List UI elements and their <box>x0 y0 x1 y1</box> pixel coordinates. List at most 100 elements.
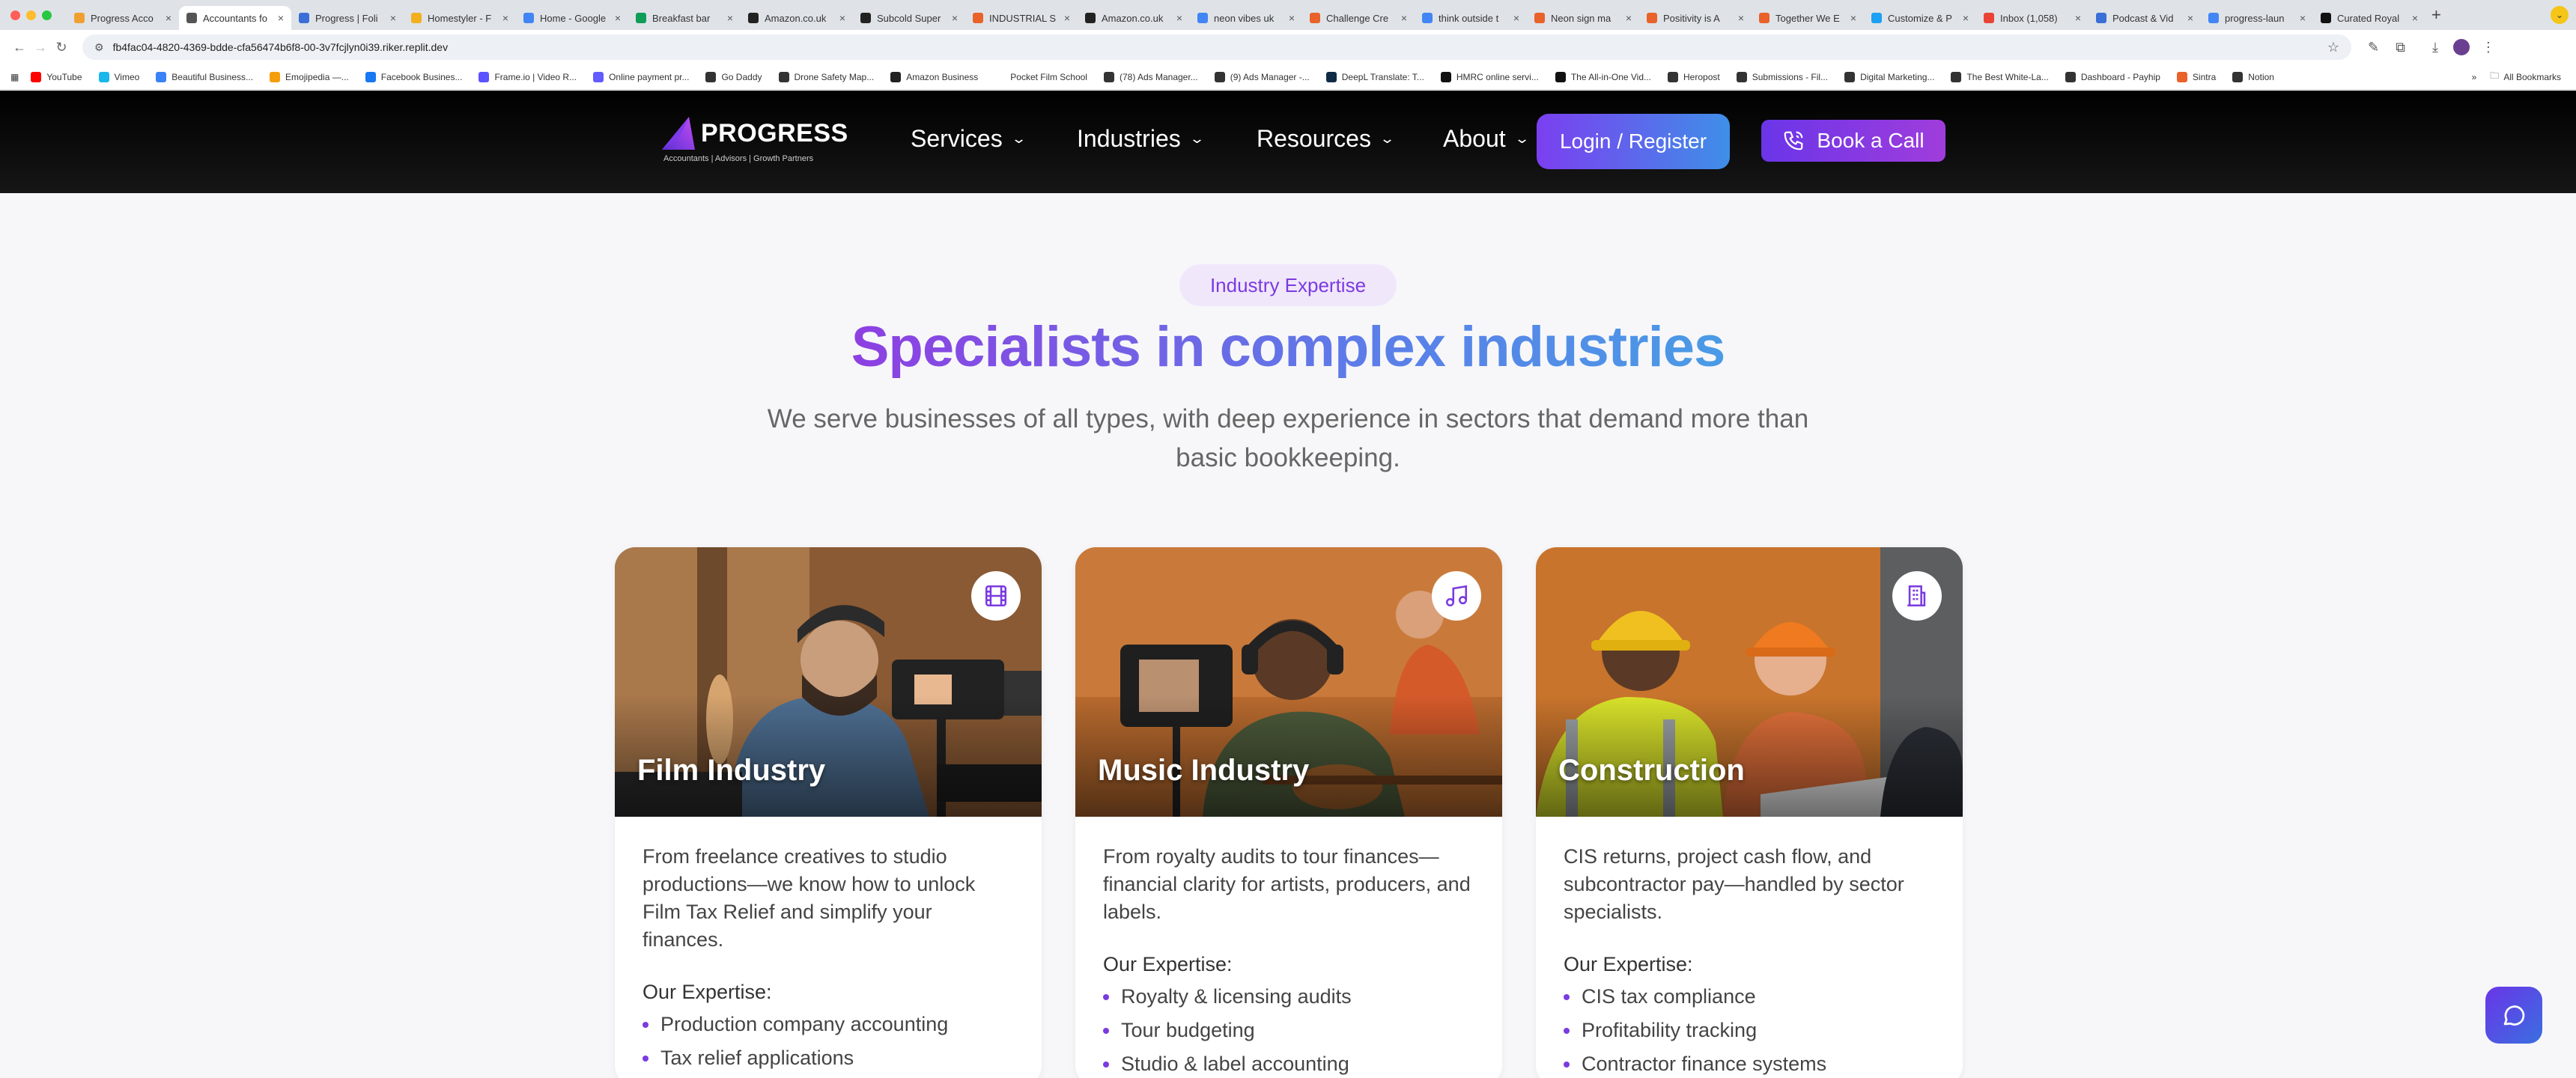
close-tab-icon[interactable]: × <box>1626 12 1632 24</box>
bookmark-item[interactable]: Pocket Film School <box>994 71 1087 82</box>
close-tab-icon[interactable]: × <box>390 12 396 24</box>
bookmark-item[interactable]: Heropost <box>1668 71 1720 82</box>
close-tab-icon[interactable]: × <box>615 12 621 24</box>
browser-tab[interactable]: progress-laun × <box>2201 6 2313 30</box>
close-tab-icon[interactable]: × <box>1850 12 1856 24</box>
close-tab-icon[interactable]: × <box>2187 12 2193 24</box>
bookmark-star-icon[interactable]: ☆ <box>2327 40 2339 55</box>
close-tab-icon[interactable]: × <box>2412 12 2418 24</box>
browser-tab[interactable]: Challenge Cre × <box>1302 6 1415 30</box>
industry-card-construction[interactable]: Construction CIS returns, project cash f… <box>1536 547 1963 1078</box>
bookmark-item[interactable]: Notion <box>2232 71 2274 82</box>
browser-tab[interactable]: Customize & P × <box>1864 6 1976 30</box>
download-icon[interactable]: ⤓ <box>2432 40 2438 55</box>
nav-about-label: About <box>1443 125 1506 152</box>
close-tab-icon[interactable]: × <box>1401 12 1407 24</box>
window-zoom-button[interactable] <box>42 10 52 20</box>
window-minimize-button[interactable] <box>26 10 36 20</box>
industry-card-music[interactable]: Music Industry From royalty audits to to… <box>1075 547 1502 1078</box>
browser-tab[interactable]: Neon sign ma × <box>1527 6 1639 30</box>
tab-search-icon[interactable]: ⌄ <box>2551 6 2569 24</box>
login-register-button[interactable]: Login / Register <box>1537 114 1730 169</box>
close-tab-icon[interactable]: × <box>1963 12 1969 24</box>
more-bookmarks-icon[interactable]: » <box>2472 72 2477 82</box>
all-bookmarks-button[interactable]: 🗀 All Bookmarks <box>2490 69 2561 85</box>
chat-button[interactable] <box>2485 987 2542 1044</box>
site-info-icon[interactable]: ⚙ <box>94 41 104 54</box>
favicon-icon <box>1085 13 1096 23</box>
bookmark-item[interactable]: HMRC online servi... <box>1440 71 1539 82</box>
browser-tab[interactable]: think outside t × <box>1415 6 1527 30</box>
bookmark-item[interactable]: Dashboard - Payhip <box>2065 71 2160 82</box>
browser-tab[interactable]: Accountants fo × <box>179 6 291 30</box>
bookmark-item[interactable]: Submissions - Fil... <box>1736 71 1828 82</box>
bookmark-label: The Best White-La... <box>1966 71 2049 82</box>
kebab-menu-icon[interactable]: ⋮ <box>2482 40 2495 55</box>
reload-button[interactable]: ↻ <box>51 40 72 55</box>
bookmark-item[interactable]: Amazon Business <box>890 71 978 82</box>
close-tab-icon[interactable]: × <box>502 12 508 24</box>
browser-tab[interactable]: Together We E × <box>1752 6 1864 30</box>
bookmark-item[interactable]: Digital Marketing... <box>1844 71 1934 82</box>
bookmark-item[interactable]: Frame.io | Video R... <box>479 71 577 82</box>
forward-button[interactable]: → <box>30 40 51 55</box>
apps-grid-icon[interactable]: ▦ <box>10 72 19 82</box>
browser-tab[interactable]: Amazon.co.uk × <box>1078 6 1190 30</box>
browser-tab[interactable]: Curated Royal × <box>2313 6 2425 30</box>
bookmark-item[interactable]: The All-in-One Vid... <box>1555 71 1651 82</box>
bookmark-item[interactable]: Emojipedia —... <box>270 71 349 82</box>
bookmark-item[interactable]: DeepL Translate: T... <box>1325 71 1424 82</box>
browser-tab[interactable]: INDUSTRIAL S × <box>965 6 1078 30</box>
close-tab-icon[interactable]: × <box>2300 12 2306 24</box>
close-tab-icon[interactable]: × <box>2075 12 2081 24</box>
browser-tab[interactable]: Progress Acco × <box>67 6 179 30</box>
bookmark-item[interactable]: The Best White-La... <box>1951 71 2049 82</box>
book-a-call-button[interactable]: Book a Call <box>1761 120 1945 162</box>
close-tab-icon[interactable]: × <box>165 12 171 24</box>
nav-resources[interactable]: Resources ⌄ <box>1257 125 1395 153</box>
close-tab-icon[interactable]: × <box>1064 12 1070 24</box>
bookmark-item[interactable]: Vimeo <box>98 71 139 82</box>
new-tab-button[interactable]: + <box>2431 5 2441 25</box>
browser-tab[interactable]: Inbox (1,058) × <box>1976 6 2089 30</box>
bookmark-item[interactable]: Facebook Busines... <box>365 71 462 82</box>
address-bar[interactable]: ⚙ fb4fac04-4820-4369-bdde-cfa56474b6f8-0… <box>82 34 2351 60</box>
close-tab-icon[interactable]: × <box>839 12 845 24</box>
all-bookmarks-label: All Bookmarks <box>2503 71 2561 82</box>
bookmark-item[interactable]: (9) Ads Manager -... <box>1214 71 1310 82</box>
close-tab-icon[interactable]: × <box>1176 12 1182 24</box>
browser-tab[interactable]: Amazon.co.uk × <box>741 6 853 30</box>
browser-tab[interactable]: Positivity is A × <box>1639 6 1752 30</box>
industry-card-film[interactable]: Film Industry From freelance creatives t… <box>615 547 1042 1078</box>
nav-about[interactable]: About ⌄ <box>1443 125 1530 153</box>
bookmark-item[interactable]: YouTube <box>31 71 82 82</box>
extensions-icon[interactable]: ⧉ <box>2396 40 2405 55</box>
browser-tab[interactable]: Breakfast bar × <box>628 6 741 30</box>
bookmark-item[interactable]: Beautiful Business... <box>156 71 253 82</box>
close-tab-icon[interactable]: × <box>1513 12 1519 24</box>
browser-tab[interactable]: neon vibes uk × <box>1190 6 1302 30</box>
progress-logo[interactable]: PROGRESS Accountants | Advisors | Growth… <box>659 114 848 163</box>
browser-tab[interactable]: Home - Google × <box>516 6 628 30</box>
bookmark-item[interactable]: Sintra <box>2176 71 2216 82</box>
browser-tab[interactable]: Podcast & Vid × <box>2089 6 2201 30</box>
pen-icon[interactable]: ✎ <box>2368 40 2379 55</box>
bookmark-item[interactable]: (78) Ads Manager... <box>1103 71 1198 82</box>
close-tab-icon[interactable]: × <box>952 12 958 24</box>
browser-tab[interactable]: Progress | Foli × <box>291 6 404 30</box>
close-tab-icon[interactable]: × <box>278 12 284 24</box>
bookmark-item[interactable]: Drone Safety Map... <box>778 71 874 82</box>
profile-avatar[interactable] <box>2452 39 2470 55</box>
close-tab-icon[interactable]: × <box>1738 12 1744 24</box>
back-button[interactable]: ← <box>9 40 30 55</box>
browser-tab[interactable]: Subcold Super × <box>853 6 965 30</box>
window-close-button[interactable] <box>10 10 20 20</box>
browser-tab[interactable]: Homestyler - F × <box>404 6 516 30</box>
bookmark-item[interactable]: Online payment pr... <box>593 71 689 82</box>
close-tab-icon[interactable]: × <box>1289 12 1295 24</box>
bookmark-item[interactable]: Go Daddy <box>705 71 762 82</box>
close-tab-icon[interactable]: × <box>727 12 733 24</box>
nav-industries[interactable]: Industries ⌄ <box>1077 125 1205 153</box>
nav-services[interactable]: Services ⌄ <box>911 125 1027 153</box>
bookmark-favicon-icon <box>365 71 376 82</box>
